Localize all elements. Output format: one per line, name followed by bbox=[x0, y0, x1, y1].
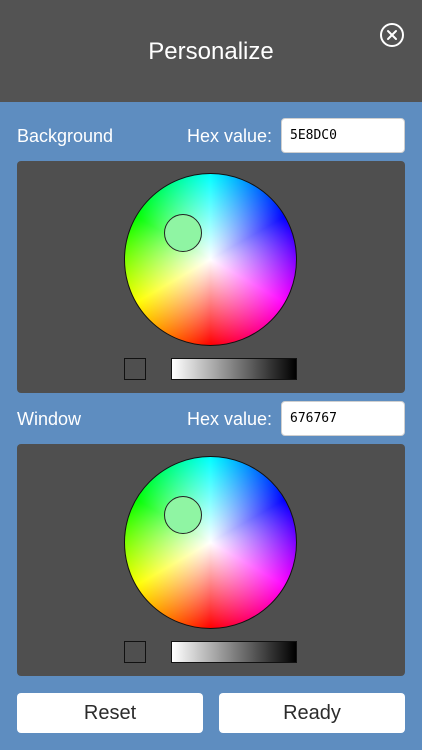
window-color-wheel[interactable] bbox=[124, 456, 297, 629]
background-hex-label: Hex value: bbox=[186, 126, 272, 146]
window-brightness-slider[interactable] bbox=[171, 641, 297, 663]
background-wheel-knob[interactable] bbox=[164, 214, 202, 252]
window-wheel-knob[interactable] bbox=[164, 496, 202, 534]
background-hex-input[interactable] bbox=[281, 118, 405, 153]
background-color-wheel[interactable] bbox=[124, 173, 297, 346]
window-color-picker bbox=[17, 444, 405, 676]
window-hex-label: Hex value: bbox=[186, 409, 272, 429]
background-label: Background bbox=[17, 126, 114, 146]
background-brightness-slider[interactable] bbox=[171, 358, 297, 380]
window-color-swatch[interactable] bbox=[124, 641, 146, 663]
close-icon bbox=[387, 30, 397, 40]
window-hex-input[interactable] bbox=[281, 401, 405, 436]
ready-button[interactable]: Ready bbox=[219, 693, 405, 733]
close-button[interactable] bbox=[380, 23, 404, 47]
window-label: Window bbox=[17, 409, 82, 429]
background-color-picker bbox=[17, 161, 405, 393]
header-bar: Personalize bbox=[0, 0, 422, 102]
reset-button[interactable]: Reset bbox=[17, 693, 203, 733]
background-color-swatch[interactable] bbox=[124, 358, 146, 380]
page-title: Personalize bbox=[148, 38, 274, 65]
